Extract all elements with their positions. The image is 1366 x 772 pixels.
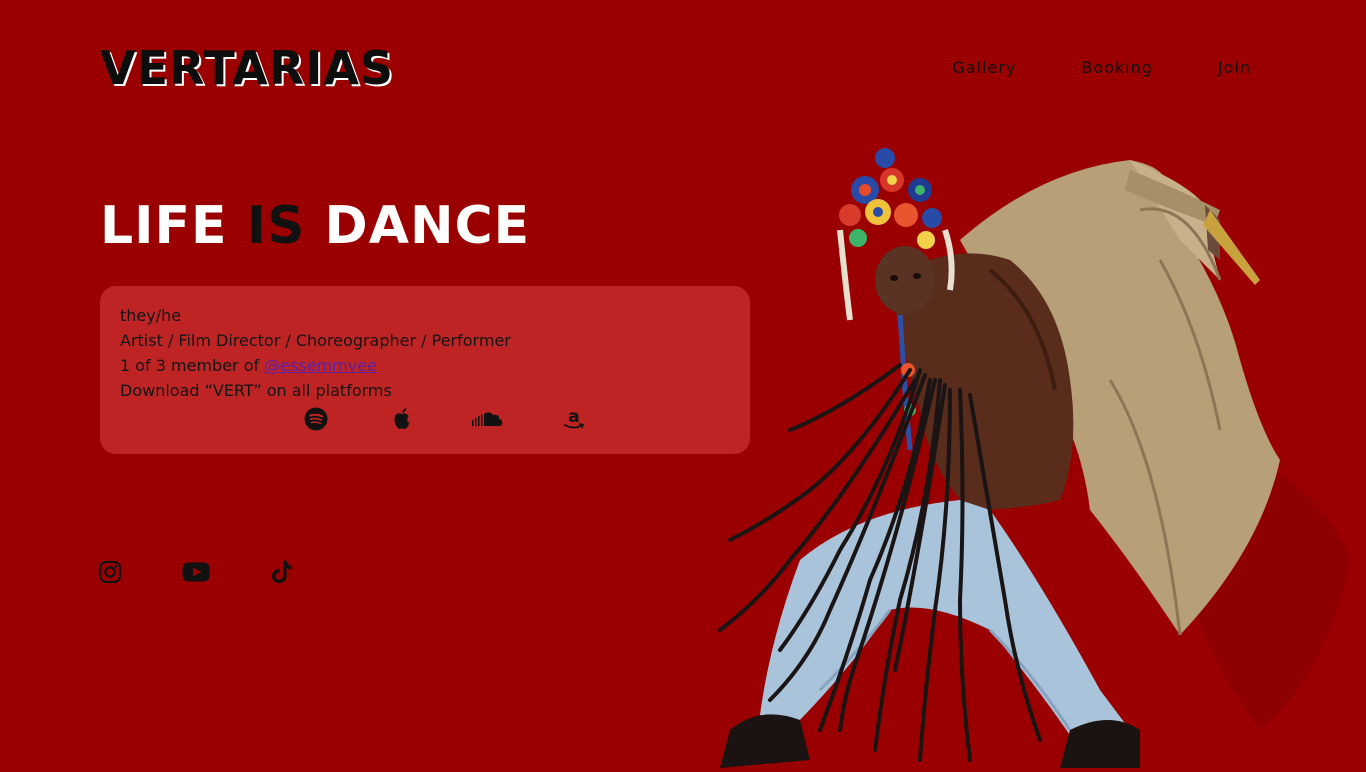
soundcloud-icon[interactable] [472, 406, 504, 432]
pronouns-text: they/he [120, 306, 182, 325]
instagram-icon[interactable] [96, 558, 124, 586]
spotify-icon[interactable] [300, 406, 332, 432]
bio-card: they/he Artist / Film Director / Choreog… [100, 286, 750, 454]
headline-part-1: LIFE [100, 196, 247, 256]
roles-text: Artist / Film Director / Choreographer /… [120, 331, 511, 350]
youtube-icon[interactable] [182, 558, 210, 586]
hero-headline: LIFE IS DANCE [100, 194, 530, 258]
member-link[interactable]: @essemmvee [264, 356, 377, 375]
amazon-icon[interactable]: a [558, 406, 590, 432]
main-nav: Gallery Booking Join [952, 58, 1251, 77]
platform-links: a [300, 406, 590, 432]
site-logo[interactable]: VERTARIAS [100, 40, 394, 96]
apple-icon[interactable] [386, 406, 418, 432]
download-text: Download “VERT” on all platforms [120, 381, 392, 400]
nav-link-join[interactable]: Join [1218, 58, 1251, 77]
member-prefix: 1 of 3 member of [120, 356, 265, 375]
nav-link-booking[interactable]: Booking [1081, 58, 1153, 77]
headline-emphasis: IS [246, 196, 306, 256]
member-text: 1 of 3 member of @essemmvee [120, 353, 730, 378]
social-links [96, 558, 296, 586]
hero-dancer-image [660, 130, 1366, 768]
tiktok-icon[interactable] [268, 558, 296, 586]
nav-link-gallery[interactable]: Gallery [952, 58, 1016, 77]
headline-part-2: DANCE [305, 196, 531, 256]
svg-text:a: a [568, 407, 579, 427]
